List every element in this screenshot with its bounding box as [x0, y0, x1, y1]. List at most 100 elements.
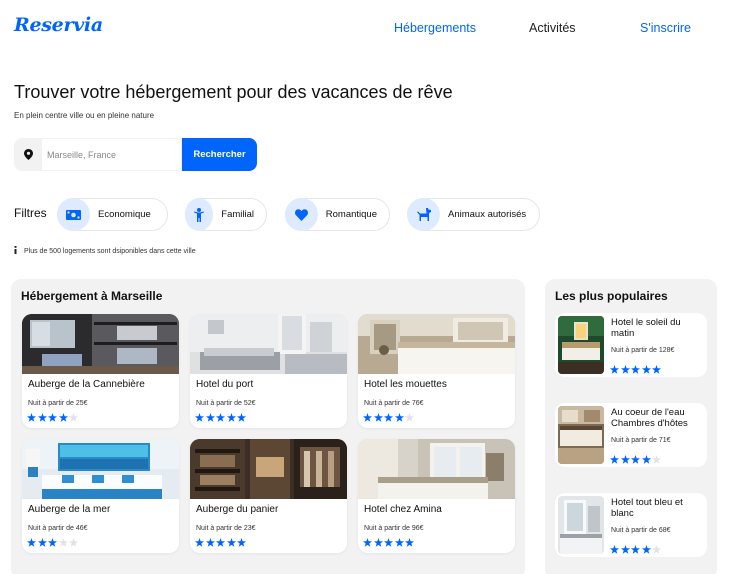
listing-card[interactable]: Auberge du panier Nuit à partir de 23€: [190, 439, 347, 553]
star-empty-icon: [652, 545, 661, 554]
star-filled-icon: [226, 538, 236, 547]
star-filled-icon: [384, 538, 393, 547]
listing-photo: [22, 439, 179, 499]
star-filled-icon: [363, 538, 372, 547]
site-header: Reservia Hébergements Activités S'inscri…: [0, 0, 729, 60]
search-input[interactable]: [42, 138, 182, 171]
star-filled-icon: [195, 413, 204, 422]
map-pin-icon: [14, 138, 42, 171]
star-filled-icon: [48, 538, 57, 547]
star-filled-icon: [394, 538, 404, 547]
rating-stars: [27, 538, 78, 547]
star-filled-icon: [610, 545, 619, 554]
popular-photo: [558, 316, 604, 374]
filter-economique[interactable]: Economique: [57, 198, 168, 231]
popular-card[interactable]: Hotel tout bleu et blanc Nuit à partir d…: [555, 493, 707, 557]
star-filled-icon: [610, 455, 619, 464]
listing-card[interactable]: Hotel les mouettes Nuit à partir de 76€: [358, 314, 515, 428]
star-filled-icon: [373, 413, 383, 422]
rating-stars: [610, 365, 661, 374]
popular-name: Hotel tout bleu et blanc: [611, 497, 683, 519]
listing-photo: [190, 314, 347, 374]
popular-card[interactable]: Au coeur de l'eau Chambres d'hôtes Nuit …: [555, 403, 707, 467]
search-button[interactable]: Rechercher: [182, 138, 257, 171]
popular-photo: [558, 406, 604, 464]
popular-name: Au coeur de l'eau Chambres d'hôtes: [611, 407, 688, 429]
rating-stars: [363, 413, 414, 422]
star-filled-icon: [631, 545, 640, 554]
star-filled-icon: [363, 413, 372, 422]
listing-card[interactable]: Auberge de la mer Nuit à partir de 46€: [22, 439, 179, 553]
star-filled-icon: [48, 413, 57, 422]
listing-name: Hotel chez Amina: [364, 504, 442, 515]
popular-price: Nuit à partir de 68€: [611, 527, 671, 534]
logo[interactable]: Reservia: [14, 14, 103, 36]
star-empty-icon: [69, 413, 78, 422]
star-filled-icon: [641, 455, 651, 464]
listing-photo: [190, 439, 347, 499]
filter-label: Romantique: [325, 209, 377, 220]
star-filled-icon: [226, 413, 236, 422]
star-filled-icon: [58, 413, 68, 422]
star-filled-icon: [631, 365, 640, 374]
rating-stars: [610, 455, 661, 464]
listing-photo: [22, 314, 179, 374]
rating-stars: [27, 413, 78, 422]
info-text: Plus de 500 logements sont dsiponibles d…: [24, 247, 196, 255]
filter-label: Economique: [98, 209, 151, 220]
popular-photo: [558, 496, 604, 554]
popular-price: Nuit à partir de 128€: [611, 347, 675, 354]
filter-animaux[interactable]: Animaux autorisés: [407, 198, 540, 231]
listing-photo: [358, 314, 515, 374]
filter-romantique[interactable]: Romantique: [285, 198, 390, 231]
info-icon: [14, 246, 18, 256]
star-filled-icon: [195, 538, 204, 547]
star-filled-icon: [205, 538, 215, 547]
star-filled-icon: [610, 365, 619, 374]
star-filled-icon: [641, 365, 651, 374]
money-icon: [57, 198, 90, 231]
listing-price: Nuit à partir de 52€: [196, 400, 256, 407]
star-empty-icon: [69, 538, 78, 547]
nav-link-sinscrire[interactable]: S'inscrire: [640, 21, 691, 35]
child-icon: [185, 198, 214, 231]
nav-link-hebergements[interactable]: Hébergements: [394, 21, 476, 35]
listing-card[interactable]: Auberge de la Cannebière Nuit à partir d…: [22, 314, 179, 428]
star-filled-icon: [216, 413, 225, 422]
popular-name: Hotel le soleil du matin: [611, 317, 681, 339]
star-filled-icon: [620, 455, 630, 464]
star-filled-icon: [384, 413, 393, 422]
star-filled-icon: [205, 413, 215, 422]
listing-price: Nuit à partir de 96€: [364, 525, 424, 532]
star-filled-icon: [631, 455, 640, 464]
star-filled-icon: [216, 538, 225, 547]
listing-price: Nuit à partir de 25€: [28, 400, 88, 407]
listing-card[interactable]: Hotel chez Amina Nuit à partir de 96€: [358, 439, 515, 553]
star-filled-icon: [237, 538, 246, 547]
filter-label: Animaux autorisés: [448, 209, 527, 220]
listing-price: Nuit à partir de 23€: [196, 525, 256, 532]
heart-icon: [285, 198, 318, 231]
star-filled-icon: [373, 538, 383, 547]
page-subtitle: En plein centre ville ou en pleine natur…: [14, 111, 155, 120]
nav-link-activites[interactable]: Activités: [529, 21, 576, 35]
listings-title: Hébergement à Marseille: [21, 289, 163, 303]
popular-card[interactable]: Hotel le soleil du matin Nuit à partir d…: [555, 313, 707, 377]
star-filled-icon: [37, 413, 47, 422]
listing-name: Hotel les mouettes: [364, 379, 447, 390]
listing-name: Auberge de la mer: [28, 504, 111, 515]
listing-card[interactable]: Hotel du port Nuit à partir de 52€: [190, 314, 347, 428]
star-empty-icon: [405, 413, 414, 422]
page-title: Trouver votre hébergement pour des vacan…: [14, 82, 453, 102]
star-filled-icon: [27, 413, 36, 422]
rating-stars: [363, 538, 414, 547]
star-filled-icon: [620, 365, 630, 374]
filter-familial[interactable]: Familial: [185, 198, 267, 231]
star-filled-icon: [405, 538, 414, 547]
filter-label: Familial: [221, 209, 254, 220]
search-bar: Rechercher: [14, 138, 257, 171]
star-empty-icon: [58, 538, 68, 547]
rating-stars: [195, 538, 246, 547]
popular-title: Les plus populaires: [555, 289, 668, 303]
star-filled-icon: [237, 413, 246, 422]
